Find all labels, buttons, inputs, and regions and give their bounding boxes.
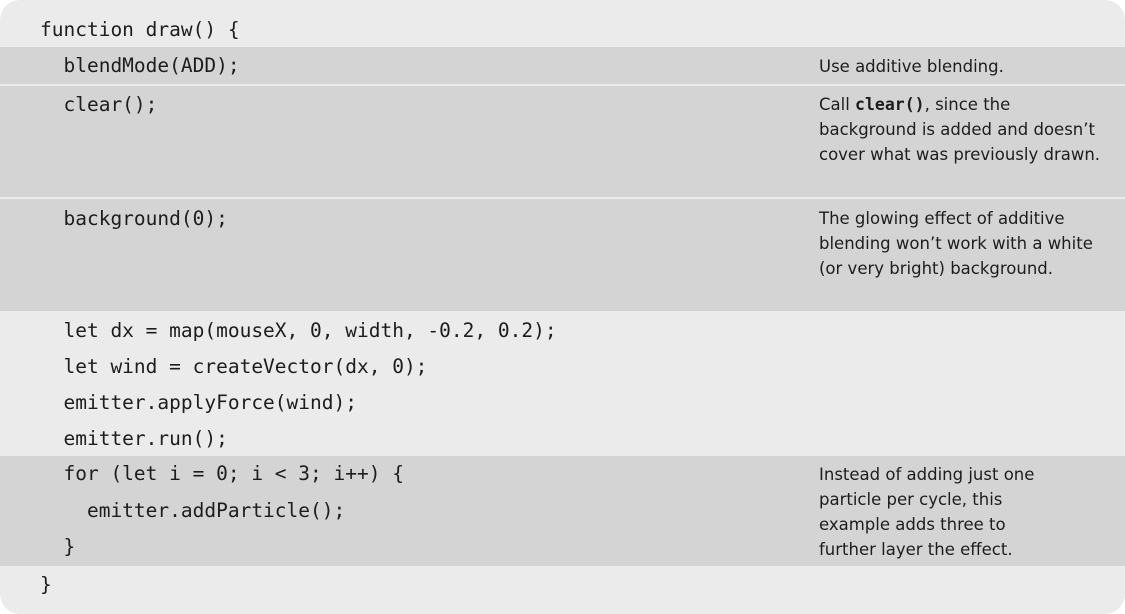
- code-line-3: clear();: [40, 93, 158, 116]
- code-line-4: background(0);: [40, 207, 228, 230]
- annotation-background: The glowing effect of additive blending …: [819, 209, 1093, 278]
- code-line-8: emitter.run();: [40, 427, 228, 450]
- annotation-clear-prefix: Call: [819, 95, 856, 114]
- code-line-1: function draw() {: [40, 18, 240, 41]
- code-line-2: blendMode(ADD);: [40, 54, 240, 77]
- code-line-10: emitter.addParticle();: [40, 499, 346, 522]
- code-line-6: let wind = createVector(dx, 0);: [40, 355, 428, 378]
- code-line-12: }: [40, 573, 52, 596]
- code-listing: function draw() { blendMode(ADD); clear(…: [0, 0, 1125, 614]
- annotation-clear-code: clear(): [855, 95, 925, 114]
- annotation-blendmode: Use additive blending.: [819, 57, 1004, 76]
- annotation-clear: Call clear(), since the background is ad…: [819, 92, 1109, 167]
- code-line-7: emitter.applyForce(wind);: [40, 391, 357, 414]
- code-line-11: }: [40, 535, 76, 558]
- code-line-9: for (let i = 0; i < 3; i++) {: [40, 462, 404, 485]
- annotation-loop: Instead of adding just one particle per …: [819, 465, 1035, 559]
- code-line-5: let dx = map(mouseX, 0, width, -0.2, 0.2…: [40, 319, 557, 342]
